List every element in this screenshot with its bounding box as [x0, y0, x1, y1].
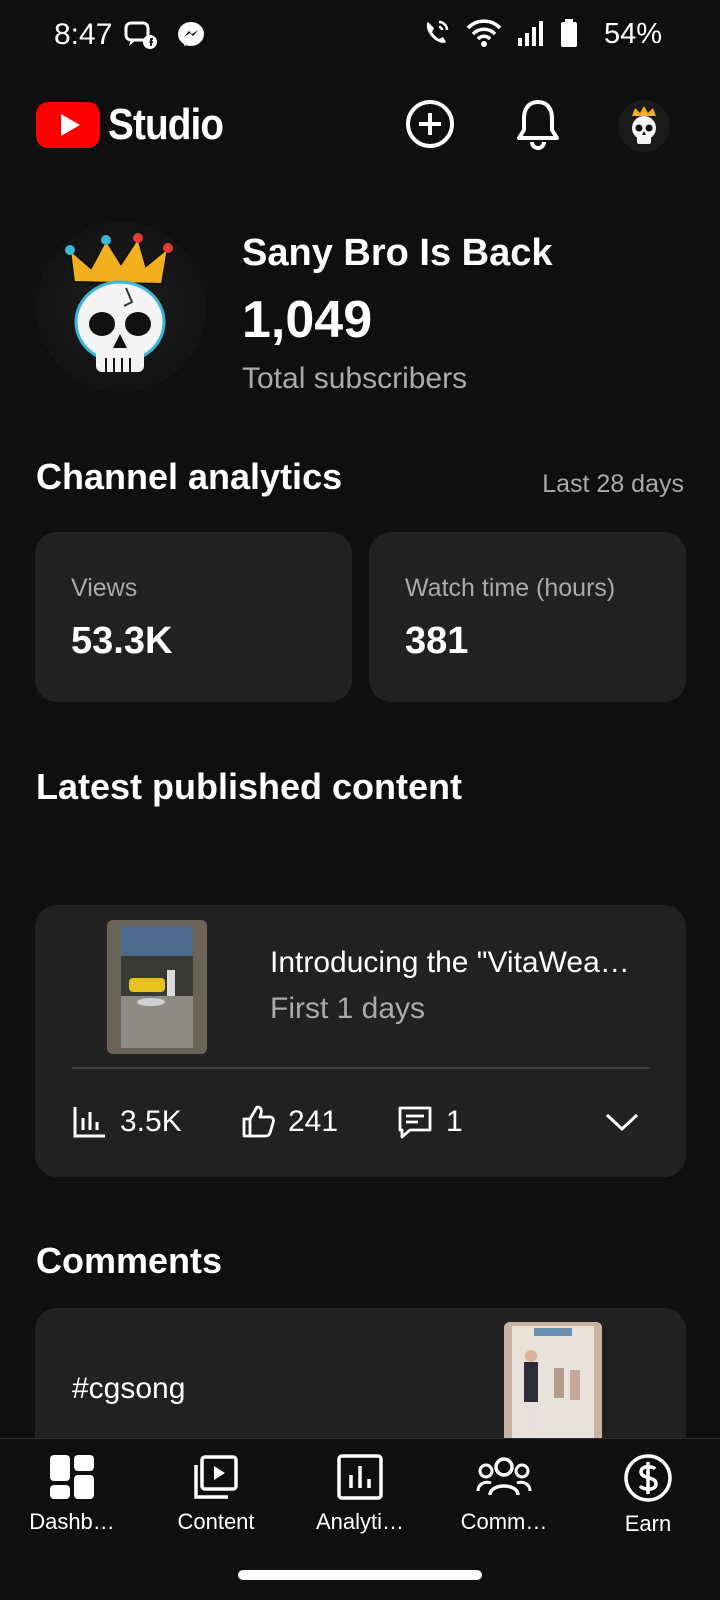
- video-likes-value: 241: [288, 1105, 339, 1138]
- latest-content-title: Latest published content: [36, 766, 463, 807]
- nav-earn-label: Earn: [624, 1511, 672, 1536]
- messenger-facebook-icon: [124, 21, 157, 49]
- views-value: 53.3K: [71, 620, 173, 662]
- nav-earn[interactable]: Earn: [576, 1453, 720, 1537]
- youtube-logo-icon: [36, 102, 100, 148]
- battery-icon: [561, 19, 577, 47]
- nav-analytics-label: Analyti…: [315, 1509, 405, 1534]
- video-thumbnail-image: [107, 920, 207, 1054]
- comment-icon: [398, 1106, 432, 1139]
- signal-icon: [518, 21, 543, 46]
- notification-icons: [124, 20, 206, 50]
- watch-time-card[interactable]: Watch time (hours) 381: [369, 532, 686, 702]
- nav-community-label: Comm…: [460, 1509, 548, 1534]
- add-circle-icon: [406, 100, 454, 148]
- notifications-button[interactable]: [510, 96, 566, 152]
- channel-name: Sany Bro Is Back: [242, 232, 553, 274]
- analytics-icon: [337, 1454, 383, 1500]
- video-comments-value: 1: [446, 1105, 463, 1138]
- analytics-period: Last 28 days: [542, 470, 684, 498]
- bar-chart-icon: [73, 1107, 105, 1138]
- video-views: 3.5K: [72, 1104, 182, 1140]
- subscriber-count: 1,049: [242, 291, 373, 349]
- expand-button[interactable]: [604, 1110, 640, 1139]
- nav-dashboard-label: Dashb…: [29, 1509, 115, 1534]
- system-icons: [422, 18, 578, 48]
- analytics-title: Channel analytics: [36, 456, 343, 497]
- youtube-studio-logo[interactable]: Studio: [36, 100, 239, 150]
- nav-content-label: Content: [177, 1509, 255, 1534]
- views-label: Views: [71, 574, 138, 602]
- status-time: 8:47: [54, 18, 113, 51]
- comment-thumbnail-image: [504, 1322, 602, 1442]
- subscriber-label: Total subscribers: [242, 362, 468, 395]
- wifi-icon: [466, 19, 502, 47]
- channel-avatar[interactable]: [36, 222, 206, 392]
- wifi-call-icon: [426, 20, 449, 43]
- views-card[interactable]: Views 53.3K: [35, 532, 352, 702]
- video-likes: 241: [240, 1104, 338, 1140]
- video-period: First 1 days: [270, 992, 426, 1025]
- watch-time-label: Watch time (hours): [405, 574, 616, 602]
- card-divider: [72, 1067, 650, 1069]
- account-avatar[interactable]: [618, 100, 670, 152]
- earn-icon: [624, 1454, 672, 1502]
- nav-dashboard[interactable]: Dashb…: [0, 1453, 144, 1535]
- messenger-icon: [178, 22, 204, 46]
- chevron-down-icon: [605, 1113, 639, 1132]
- logo-text: Studio: [108, 100, 224, 149]
- battery-percent: 54%: [603, 18, 662, 50]
- comment-text: #cgsong: [72, 1372, 186, 1405]
- home-indicator[interactable]: [238, 1570, 482, 1580]
- dashboard-icon: [50, 1455, 94, 1499]
- comments-title: Comments: [36, 1240, 223, 1281]
- video-comments: 1: [396, 1104, 463, 1140]
- video-title[interactable]: Introducing the "VitaWea…: [270, 946, 630, 980]
- nav-community[interactable]: Comm…: [432, 1453, 576, 1535]
- bell-icon: [517, 100, 559, 150]
- content-icon: [194, 1455, 238, 1499]
- nav-content[interactable]: Content: [144, 1453, 288, 1535]
- create-button[interactable]: [402, 96, 458, 152]
- skull-crown-icon: [65, 233, 173, 372]
- video-thumbnail[interactable]: [107, 920, 207, 1054]
- community-icon: [476, 1457, 532, 1496]
- video-views-value: 3.5K: [120, 1105, 182, 1138]
- thumbs-up-icon: [242, 1105, 275, 1138]
- watch-time-value: 381: [405, 620, 469, 662]
- comment-video-thumbnail[interactable]: [504, 1322, 602, 1442]
- nav-analytics[interactable]: Analyti…: [288, 1453, 432, 1535]
- skull-avatar-icon: [632, 106, 656, 144]
